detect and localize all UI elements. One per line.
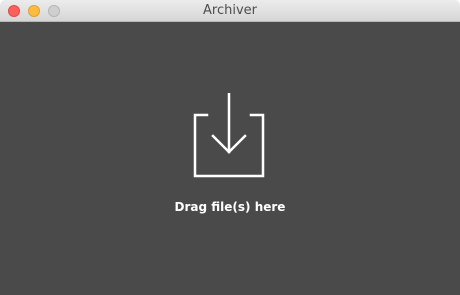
download-into-tray-icon bbox=[193, 93, 265, 178]
window-title: Archiver bbox=[203, 3, 257, 18]
main-content: Drag file(s) here bbox=[0, 22, 460, 295]
drop-instruction-label: Drag file(s) here bbox=[174, 200, 286, 214]
archiver-window: Archiver Drag file(s) here bbox=[0, 0, 460, 295]
title-bar[interactable]: Archiver bbox=[0, 0, 460, 22]
file-drop-zone[interactable]: Drag file(s) here bbox=[0, 22, 460, 295]
